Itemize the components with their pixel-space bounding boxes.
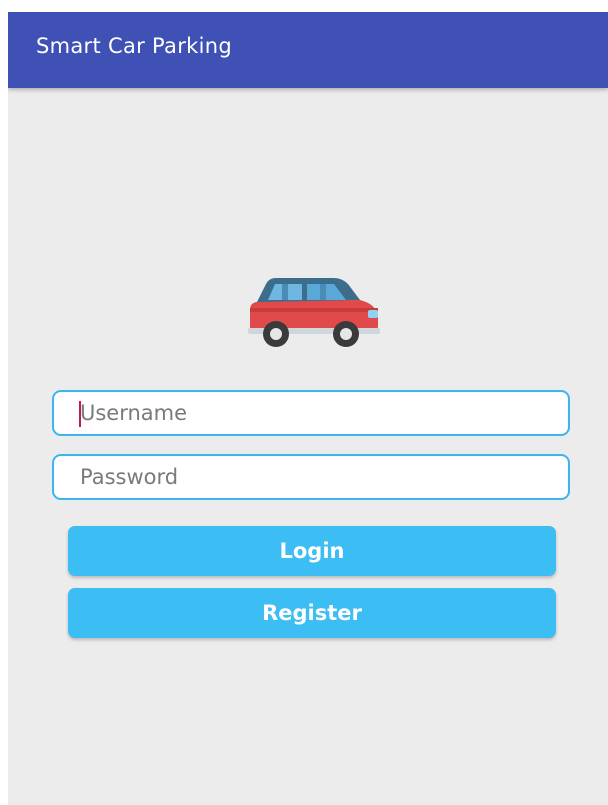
username-input[interactable] [54, 392, 568, 434]
password-field[interactable] [52, 454, 570, 500]
password-input[interactable] [54, 456, 568, 498]
app-bar: Smart Car Parking [8, 12, 608, 88]
text-cursor [79, 401, 81, 427]
car-icon [242, 270, 382, 350]
username-field[interactable] [52, 390, 570, 436]
app-title: Smart Car Parking [36, 34, 232, 58]
login-button[interactable]: Login [68, 526, 556, 576]
app-screen: Smart Car Parking Logi [8, 12, 608, 805]
register-button[interactable]: Register [68, 588, 556, 638]
